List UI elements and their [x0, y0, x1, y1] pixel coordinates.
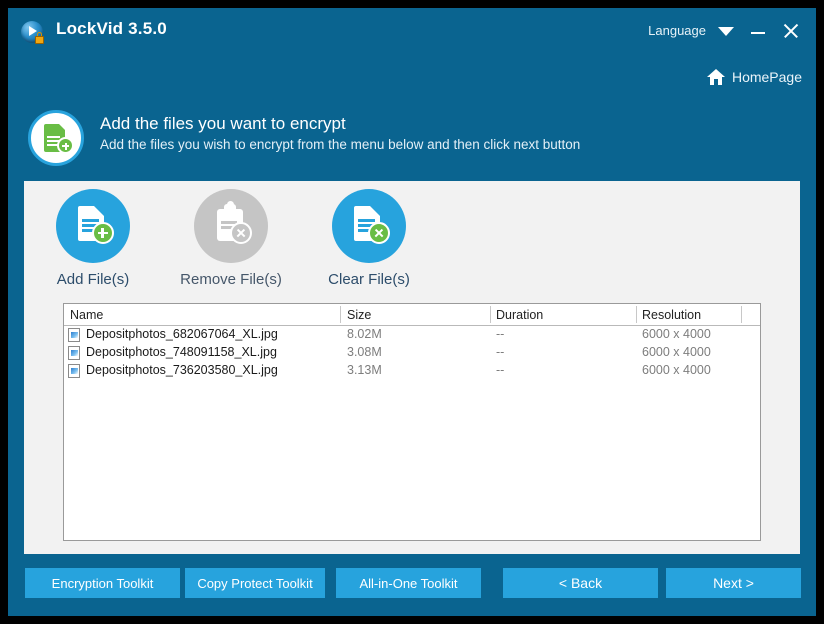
all-in-one-toolkit-button[interactable]: All-in-One Toolkit	[336, 568, 481, 598]
page-subtitle: Add the files you wish to encrypt from t…	[100, 137, 581, 152]
file-resolution: 6000 x 4000	[642, 327, 711, 341]
add-files-button[interactable]: Add File(s)	[24, 189, 162, 299]
copy-protect-toolkit-button[interactable]: Copy Protect Toolkit	[185, 568, 325, 598]
file-resolution: 6000 x 4000	[642, 363, 711, 377]
next-button[interactable]: Next >	[666, 568, 801, 598]
back-button[interactable]: < Back	[503, 568, 658, 598]
content-panel: Add File(s) Remove File(s) Clear File(s)…	[24, 181, 800, 554]
application-window: LockVid 3.5.0 Language HomePage Add the …	[8, 8, 816, 616]
chevron-down-icon[interactable]	[718, 27, 734, 36]
file-duration: --	[496, 327, 505, 341]
clear-files-label: Clear File(s)	[328, 271, 410, 288]
document-clear-icon	[332, 189, 406, 263]
file-duration: --	[496, 363, 505, 377]
close-icon[interactable]	[780, 20, 802, 42]
image-file-icon	[68, 346, 80, 360]
file-rows: Depositphotos_682067064_XL.jpg 8.02M -- …	[64, 326, 760, 380]
title-bar: LockVid 3.5.0 Language	[8, 8, 816, 52]
header-banner: Add the files you want to encrypt Add th…	[8, 104, 816, 176]
page-title: Add the files you want to encrypt	[100, 114, 346, 133]
table-row[interactable]: Depositphotos_736203580_XL.jpg 3.13M -- …	[64, 362, 760, 380]
footer-bar: Encryption Toolkit Copy Protect Toolkit …	[8, 562, 816, 616]
add-files-label: Add File(s)	[56, 271, 130, 288]
file-list-header: Name Size Duration Resolution	[64, 304, 760, 326]
table-row[interactable]: Depositphotos_682067064_XL.jpg 8.02M -- …	[64, 326, 760, 344]
app-title: LockVid 3.5.0	[56, 19, 167, 38]
file-name: Depositphotos_682067064_XL.jpg	[86, 327, 278, 341]
clipboard-remove-icon	[194, 189, 268, 263]
file-duration: --	[496, 345, 505, 359]
file-name: Depositphotos_748091158_XL.jpg	[86, 345, 277, 359]
homepage-link[interactable]: HomePage	[706, 66, 802, 88]
column-header-name[interactable]: Name	[70, 308, 103, 322]
document-add-icon	[56, 189, 130, 263]
column-header-duration[interactable]: Duration	[496, 308, 543, 322]
add-document-icon	[28, 110, 84, 166]
remove-files-label: Remove File(s)	[180, 271, 282, 288]
file-size: 3.13M	[347, 363, 382, 377]
file-size: 8.02M	[347, 327, 382, 341]
homepage-label: HomePage	[731, 69, 802, 85]
home-icon	[706, 69, 725, 85]
image-file-icon	[68, 364, 80, 378]
remove-files-button[interactable]: Remove File(s)	[162, 189, 300, 299]
file-name: Depositphotos_736203580_XL.jpg	[86, 363, 278, 377]
column-header-size[interactable]: Size	[347, 308, 371, 322]
image-file-icon	[68, 328, 80, 342]
file-size: 3.08M	[347, 345, 382, 359]
file-toolbar: Add File(s) Remove File(s) Clear File(s)	[24, 189, 494, 299]
table-row[interactable]: Depositphotos_748091158_XL.jpg 3.08M -- …	[64, 344, 760, 362]
file-list[interactable]: Name Size Duration Resolution Depositpho…	[63, 303, 761, 541]
app-logo-icon	[20, 20, 46, 46]
column-header-resolution[interactable]: Resolution	[642, 308, 701, 322]
clear-files-button[interactable]: Clear File(s)	[300, 189, 438, 299]
encryption-toolkit-button[interactable]: Encryption Toolkit	[25, 568, 180, 598]
minimize-icon[interactable]	[747, 21, 769, 41]
language-label[interactable]: Language	[648, 23, 706, 38]
file-resolution: 6000 x 4000	[642, 345, 711, 359]
